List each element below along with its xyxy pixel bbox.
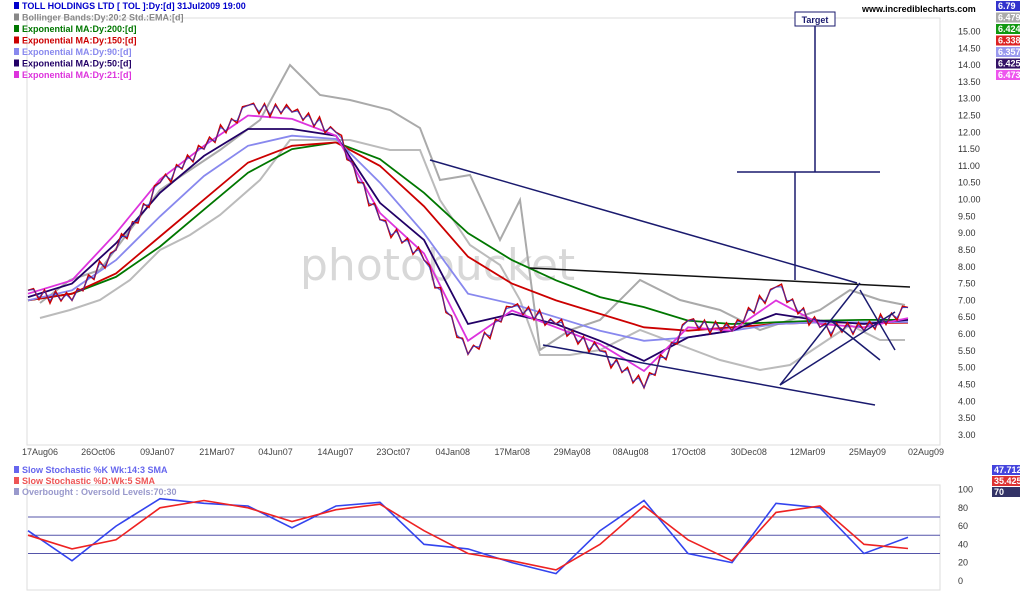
descending-support-line [542,344,876,406]
legend-swatch [14,2,19,9]
stoch-k-line [27,497,909,575]
y-tick-label: 4.50 [958,379,976,389]
site-url[interactable]: www.incrediblecharts.com [861,4,976,14]
stoch-y-tick-label: 100 [958,485,973,495]
y-tick-label: 15.00 [958,26,981,36]
x-axis-ticks: 17Aug06 26Oct06 09Jan07 21Mar07 04Jun07 14Aug… [22,447,944,457]
legend-swatch [14,13,19,21]
x-tick-label: 12Mar09 [790,447,826,457]
legend-label: Slow Stochastic %K Wk:14:3 SMA [22,465,168,475]
x-tick-label: 23Oct07 [376,447,410,457]
legend-label: Exponential MA:Dy:200:[d] [22,24,137,34]
legend-label: TOLL HOLDINGS LTD [ TOL ]:Dy:[d] 31Jul20… [22,1,246,11]
y-tick-label: 3.50 [958,413,976,423]
y-tick-label: 13.50 [958,77,981,87]
y-tick-label: 6.00 [958,329,976,339]
legend-label: Exponential MA:Dy:150:[d] [22,36,137,46]
y-tick-label: 8.50 [958,245,976,255]
legend-swatch [14,488,19,495]
target-label: Target [802,15,829,25]
stoch-series-group [27,497,909,575]
legend-label: Exponential MA:Dy:21:[d] [22,70,132,80]
x-tick-label: 17Oct08 [672,447,706,457]
value-badge-text: 6.79 [998,1,1016,11]
legend-stoch: Slow Stochastic %K Wk:14:3 SMASlow Stoch… [14,465,177,497]
y-tick-label: 13.00 [958,94,981,104]
legend-swatch [14,71,19,78]
legend-swatch [14,36,19,44]
stoch-levels [28,516,940,554]
legend-swatch [14,466,19,473]
x-tick-label: 26Oct06 [81,447,115,457]
y-tick-label: 4.00 [958,396,976,406]
x-tick-label: 25May09 [849,447,886,457]
y-tick-label: 10.50 [958,178,981,188]
stoch-chart-frame [26,484,941,591]
main-chart-frame [26,17,941,446]
y-axis-ticks: 15.00 14.50 14.00 13.50 13.00 12.50 12.00 11.50… [958,26,981,439]
value-badges: 6.79 6.4796.424 6.3386.357 6.4256.473 47.712… [992,1,1022,497]
x-tick-label: 14Aug07 [317,447,353,457]
x-tick-label: 04Jun07 [258,447,293,457]
legend-main: TOLL HOLDINGS LTD [ TOL ]:Dy:[d] 31Jul20… [14,1,246,80]
y-tick-label: 8.00 [958,262,976,272]
y-tick-label: 5.50 [958,346,976,356]
legend-label: Exponential MA:Dy:90:[d] [22,47,132,57]
value-badge-text: 6.424 [998,24,1021,34]
x-tick-label: 21Mar07 [199,447,235,457]
value-badge-text: 6.473 [998,70,1021,80]
stoch-y-tick-label: 0 [958,576,963,586]
legend-swatch [14,477,19,484]
ema-series-line [27,134,909,342]
stoch-y-tick-label: 60 [958,521,968,531]
stoch-y-tick-label: 80 [958,503,968,513]
y-tick-label: 9.50 [958,211,976,221]
x-tick-label: 30Dec08 [731,447,767,457]
x-tick-label: 09Jan07 [140,447,175,457]
y-tick-label: 5.00 [958,363,976,373]
ema-series-line [27,141,909,325]
legend-swatch [14,59,19,67]
y-tick-label: 9.00 [958,228,976,238]
y-tick-label: 10.00 [958,195,981,205]
y-tick-label: 12.00 [958,127,981,137]
value-badge-text: 6.357 [998,47,1021,57]
legend-swatch [14,25,19,32]
legend-label: Slow Stochastic %D:Wk:5 SMA [22,476,156,486]
y-tick-label: 12.50 [958,111,981,121]
chart-canvas: photobucket www.incrediblecharts.com 15.… [14,1,1022,591]
stoch-y-tick-label: 20 [958,558,968,568]
value-badge-text: 6.479 [998,13,1021,23]
legend-swatch [14,48,19,55]
stoch-y-axis-ticks: 100 80 60 40 20 0 [958,485,973,586]
stoch-y-tick-label: 40 [958,539,968,549]
y-tick-label: 7.50 [958,279,976,289]
value-badge-text: 47.712 [994,465,1022,475]
chart-window: photobucket www.incrediblecharts.com 15.… [0,0,1023,597]
legend-label: Overbought : Oversold Levels:70:30 [22,487,177,497]
x-tick-label: 04Jan08 [435,447,470,457]
value-badge-text: 35.425 [994,476,1022,486]
y-tick-label: 6.50 [958,312,976,322]
value-badge-text: 6.338 [998,36,1021,46]
value-badge-text: 6.425 [998,59,1021,69]
x-tick-label: 02Aug09 [908,447,944,457]
value-badge-text: 70 [994,487,1004,497]
legend-label: Exponential MA:Dy:50:[d] [22,59,132,69]
x-tick-label: 29May08 [554,447,591,457]
x-tick-label: 17Mar08 [495,447,531,457]
y-tick-label: 14.00 [958,60,981,70]
y-tick-label: 7.00 [958,295,976,305]
legend-label: Bollinger Bands:Dy:20:2 Std.:EMA:[d] [22,13,184,23]
x-tick-label: 17Aug06 [22,447,58,457]
neckline [529,267,911,288]
y-tick-label: 11.50 [958,144,980,154]
y-tick-label: 3.00 [958,430,976,440]
y-tick-label: 11.00 [958,161,980,171]
y-tick-label: 14.50 [958,43,981,53]
x-tick-label: 08Aug08 [613,447,649,457]
